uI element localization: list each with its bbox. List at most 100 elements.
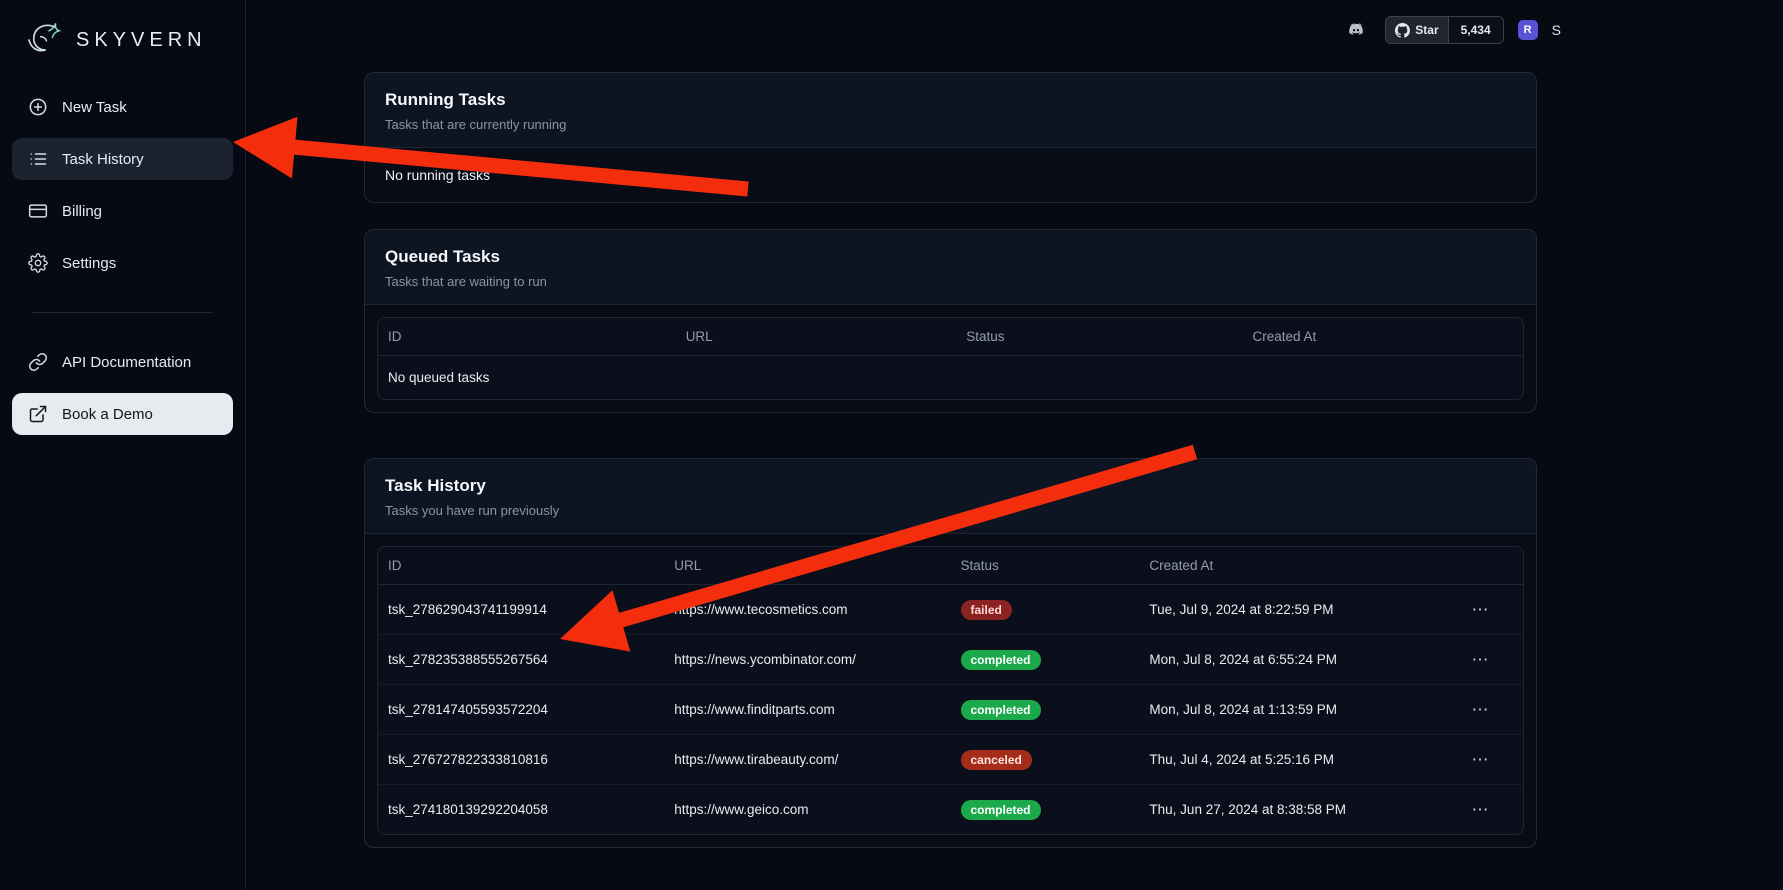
gear-icon bbox=[28, 253, 48, 273]
row-actions-button[interactable]: ⋯ bbox=[1466, 599, 1495, 620]
sidebar-item-label: Settings bbox=[62, 255, 116, 272]
sidebar-item-new-task[interactable]: New Task bbox=[12, 86, 233, 128]
user-avatar[interactable]: R bbox=[1518, 20, 1538, 40]
task-created-cell: Mon, Jul 8, 2024 at 1:13:59 PM bbox=[1139, 685, 1437, 735]
column-header-url: URL bbox=[676, 318, 957, 356]
status-badge: completed bbox=[961, 800, 1041, 820]
sidebar-item-billing[interactable]: Billing bbox=[12, 190, 233, 232]
card-title: Running Tasks bbox=[385, 90, 1516, 110]
task-status-cell: completed bbox=[951, 635, 1140, 685]
task-id-cell: tsk_278235388555267564 bbox=[378, 635, 664, 685]
card-title: Queued Tasks bbox=[385, 247, 1516, 267]
card-title: Task History bbox=[385, 476, 1516, 496]
skyvern-dragon-icon bbox=[22, 20, 66, 60]
sidebar-divider bbox=[32, 312, 213, 313]
sidebar-item-api-documentation[interactable]: API Documentation bbox=[12, 341, 233, 383]
card-subtitle: Tasks you have run previously bbox=[385, 503, 1516, 518]
github-star-widget[interactable]: Star 5,434 bbox=[1385, 16, 1503, 44]
task-id-cell: tsk_274180139292204058 bbox=[378, 785, 664, 835]
task-created-cell: Mon, Jul 8, 2024 at 6:55:24 PM bbox=[1139, 635, 1437, 685]
task-actions-cell: ⋯ bbox=[1437, 735, 1523, 785]
row-actions-button[interactable]: ⋯ bbox=[1466, 699, 1495, 720]
content-column: Running Tasks Tasks that are currently r… bbox=[364, 60, 1537, 848]
task-id-cell: tsk_276727822333810816 bbox=[378, 735, 664, 785]
task-status-cell: failed bbox=[951, 585, 1140, 635]
sidebar-item-label: Task History bbox=[62, 151, 144, 168]
queued-tasks-header: Queued Tasks Tasks that are waiting to r… bbox=[365, 230, 1536, 305]
column-header-status: Status bbox=[956, 318, 1242, 356]
task-row[interactable]: tsk_278147405593572204https://www.findit… bbox=[378, 685, 1523, 735]
task-created-cell: Thu, Jul 4, 2024 at 5:25:16 PM bbox=[1139, 735, 1437, 785]
running-tasks-empty: No running tasks bbox=[365, 148, 1536, 202]
sidebar-item-label: Billing bbox=[62, 203, 102, 220]
task-url-cell: https://www.tecosmetics.com bbox=[664, 585, 950, 635]
task-status-cell: completed bbox=[951, 785, 1140, 835]
queued-tasks-table: ID URL Status Created At No queued tasks bbox=[377, 317, 1524, 400]
user-name-partial: S bbox=[1552, 22, 1561, 38]
card-subtitle: Tasks that are currently running bbox=[385, 117, 1516, 132]
task-actions-cell: ⋯ bbox=[1437, 585, 1523, 635]
queued-tasks-card: Queued Tasks Tasks that are waiting to r… bbox=[364, 229, 1537, 413]
task-actions-cell: ⋯ bbox=[1437, 685, 1523, 735]
task-history-table: ID URL Status Created At tsk_27862904374… bbox=[377, 546, 1524, 835]
link-icon bbox=[28, 352, 48, 372]
task-created-cell: Tue, Jul 9, 2024 at 8:22:59 PM bbox=[1139, 585, 1437, 635]
brand-name: SKYVERN bbox=[76, 29, 207, 52]
sidebar-item-task-history[interactable]: Task History bbox=[12, 138, 233, 180]
sidebar: SKYVERN New Task Task History Billing bbox=[0, 0, 246, 890]
topbar: Star 5,434 R S bbox=[246, 0, 1783, 60]
task-actions-cell: ⋯ bbox=[1437, 635, 1523, 685]
running-tasks-card: Running Tasks Tasks that are currently r… bbox=[364, 72, 1537, 203]
external-link-icon bbox=[28, 404, 48, 424]
status-badge: completed bbox=[961, 700, 1041, 720]
discord-icon[interactable] bbox=[1343, 19, 1371, 41]
main-area: Star 5,434 R S Running Tasks Tasks that … bbox=[246, 0, 1783, 890]
column-header-status: Status bbox=[951, 547, 1140, 585]
sidebar-item-label: API Documentation bbox=[62, 354, 191, 371]
sidebar-item-label: Book a Demo bbox=[62, 406, 153, 423]
task-row[interactable]: tsk_276727822333810816https://www.tirabe… bbox=[378, 735, 1523, 785]
task-row[interactable]: tsk_278629043741199914https://www.tecosm… bbox=[378, 585, 1523, 635]
github-star-count[interactable]: 5,434 bbox=[1448, 17, 1503, 43]
task-row[interactable]: tsk_278235388555267564https://news.ycomb… bbox=[378, 635, 1523, 685]
column-header-url: URL bbox=[664, 547, 950, 585]
empty-row: No queued tasks bbox=[378, 356, 1523, 400]
status-badge: canceled bbox=[961, 750, 1032, 770]
task-actions-cell: ⋯ bbox=[1437, 785, 1523, 835]
task-row[interactable]: tsk_274180139292204058https://www.geico.… bbox=[378, 785, 1523, 835]
row-actions-button[interactable]: ⋯ bbox=[1466, 749, 1495, 770]
column-header-created-at: Created At bbox=[1139, 547, 1437, 585]
queued-tasks-empty: No queued tasks bbox=[378, 356, 1523, 400]
brand-logo[interactable]: SKYVERN bbox=[0, 14, 245, 86]
row-actions-button[interactable]: ⋯ bbox=[1466, 799, 1495, 820]
plus-circle-icon bbox=[28, 97, 48, 117]
sidebar-nav: New Task Task History Billing Settings bbox=[0, 86, 245, 435]
task-url-cell: https://www.finditparts.com bbox=[664, 685, 950, 735]
task-url-cell: https://www.tirabeauty.com/ bbox=[664, 735, 950, 785]
column-header-id: ID bbox=[378, 547, 664, 585]
status-badge: failed bbox=[961, 600, 1012, 620]
task-id-cell: tsk_278629043741199914 bbox=[378, 585, 664, 635]
task-created-cell: Thu, Jun 27, 2024 at 8:38:58 PM bbox=[1139, 785, 1437, 835]
running-tasks-header: Running Tasks Tasks that are currently r… bbox=[365, 73, 1536, 148]
column-header-id: ID bbox=[378, 318, 676, 356]
task-history-header: Task History Tasks you have run previous… bbox=[365, 459, 1536, 534]
status-badge: completed bbox=[961, 650, 1041, 670]
task-history-rows: tsk_278629043741199914https://www.tecosm… bbox=[378, 585, 1523, 835]
task-status-cell: completed bbox=[951, 685, 1140, 735]
credit-card-icon bbox=[28, 201, 48, 221]
row-actions-button[interactable]: ⋯ bbox=[1466, 649, 1495, 670]
github-star-button[interactable]: Star bbox=[1386, 17, 1447, 43]
task-url-cell: https://www.geico.com bbox=[664, 785, 950, 835]
column-header-created-at: Created At bbox=[1242, 318, 1523, 356]
github-icon bbox=[1395, 23, 1410, 38]
task-url-cell: https://news.ycombinator.com/ bbox=[664, 635, 950, 685]
task-status-cell: canceled bbox=[951, 735, 1140, 785]
task-history-card: Task History Tasks you have run previous… bbox=[364, 458, 1537, 848]
task-id-cell: tsk_278147405593572204 bbox=[378, 685, 664, 735]
sidebar-item-label: New Task bbox=[62, 99, 127, 116]
sidebar-item-book-a-demo[interactable]: Book a Demo bbox=[12, 393, 233, 435]
github-star-label: Star bbox=[1415, 23, 1438, 37]
sidebar-item-settings[interactable]: Settings bbox=[12, 242, 233, 284]
column-header-actions bbox=[1437, 547, 1523, 585]
